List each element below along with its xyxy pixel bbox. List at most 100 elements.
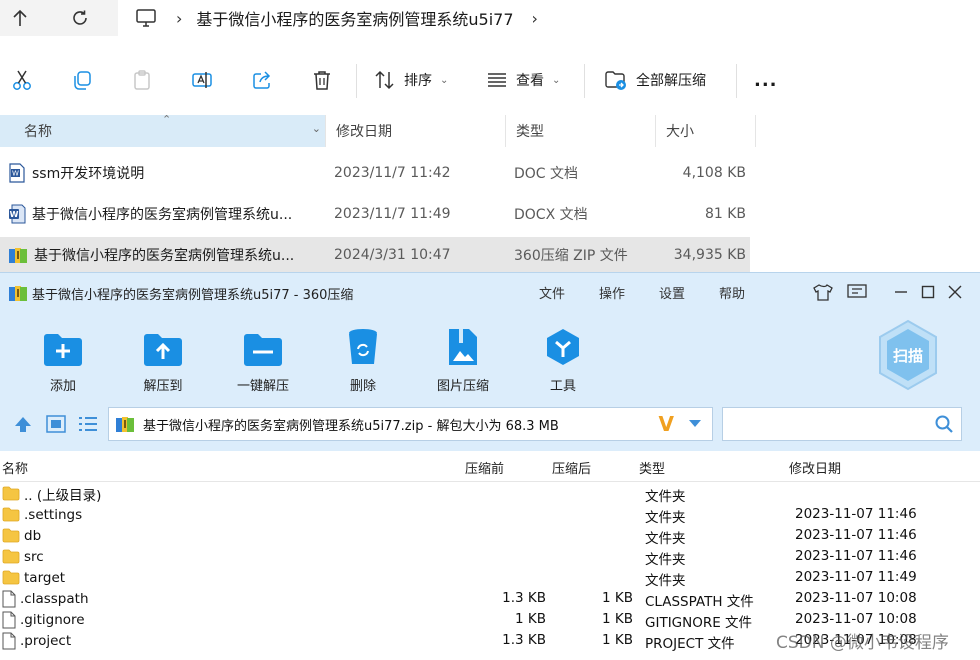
archive-row[interactable]: .gitignore 1 KB 1 KB GITIGNORE 文件 2023-11-07… <box>0 609 980 631</box>
archive-row[interactable]: db 文件夹 2023-11-07 11:46 <box>0 525 980 547</box>
one-click-extract-button[interactable]: 一键解压 <box>218 321 308 394</box>
computer-icon[interactable] <box>136 9 158 27</box>
feedback-icon[interactable] <box>846 281 868 303</box>
search-icon[interactable] <box>935 415 953 437</box>
v-badge-icon[interactable]: V <box>659 412 674 436</box>
file-name: ssm开发环境说明 <box>32 166 145 182</box>
archive-row-name-cell: .. (上级目录) <box>2 483 101 504</box>
archive-item-date: 2023-11-07 11:46 <box>795 506 917 522</box>
sort-button[interactable]: 排序 ⌄ <box>374 68 448 92</box>
column-size[interactable]: 大小 <box>656 115 756 147</box>
archive-item-compressed-size: 1.3 KB <box>502 590 546 606</box>
folder-icon <box>2 528 20 543</box>
menu-settings[interactable]: 设置 <box>659 283 685 302</box>
list-view-icon[interactable] <box>78 415 98 437</box>
tools-label: 工具 <box>549 379 576 394</box>
archive-row[interactable]: .. (上级目录) 文件夹 <box>0 483 980 505</box>
archive-path-field[interactable]: 基于微信小程序的医务室病例管理系统u5i77.zip - 解包大小为 68.3 … <box>108 407 713 441</box>
svg-text:W: W <box>12 170 19 178</box>
cut-icon[interactable] <box>10 68 34 92</box>
file-row-selected[interactable]: 基于微信小程序的医务室病例管理系统u... 2024/3/31 10:47 36… <box>0 237 750 273</box>
menu-file[interactable]: 文件 <box>539 283 565 302</box>
archive-item-date: 2023-11-07 10:08 <box>795 590 917 606</box>
address-field[interactable]: › 基于微信小程序的医务室病例管理系统u5i77 › <box>118 0 980 36</box>
archive-row-name-cell: db <box>2 525 41 546</box>
column-type[interactable]: 类型 <box>639 458 665 477</box>
zip-archive-icon <box>116 417 134 432</box>
toolbar-divider <box>584 64 585 98</box>
chevron-right-icon[interactable]: › <box>532 9 538 28</box>
column-name[interactable]: 名称 <box>2 458 28 477</box>
more-options-button[interactable]: ... <box>754 68 778 92</box>
column-type[interactable]: 类型 <box>506 115 656 147</box>
explorer-column-header: 名称 ⌃ ⌄ 修改日期 类型 大小 <box>0 113 760 147</box>
recycle-bin-icon <box>349 329 377 364</box>
share-icon[interactable] <box>250 68 274 92</box>
extract-to-button[interactable]: 解压到 <box>118 321 208 394</box>
close-icon[interactable] <box>944 281 966 303</box>
menu-help[interactable]: 帮助 <box>719 283 745 302</box>
archive-row[interactable]: .classpath 1.3 KB 1 KB CLASSPATH 文件 2023-11-… <box>0 588 980 610</box>
zip-path-bar: 基于微信小程序的医务室病例管理系统u5i77.zip - 解包大小为 68.3 … <box>0 405 980 445</box>
skin-shirt-icon[interactable] <box>812 281 834 303</box>
refresh-icon[interactable] <box>66 4 94 32</box>
minimize-icon[interactable] <box>890 281 912 303</box>
zip-window: 基于微信小程序的医务室病例管理系统u5i77 - 360压缩 文件 操作 设置 … <box>0 272 980 660</box>
add-button[interactable]: 添加 <box>18 321 108 394</box>
add-folder-icon <box>44 334 82 366</box>
column-date[interactable]: 修改日期 <box>326 115 506 147</box>
search-box[interactable] <box>722 407 962 441</box>
add-label: 添加 <box>49 379 76 394</box>
one-click-extract-label: 一键解压 <box>236 379 289 394</box>
rename-icon[interactable] <box>190 68 214 92</box>
column-date[interactable]: 修改日期 <box>789 458 841 477</box>
file-row[interactable]: W ssm开发环境说明 2023/11/7 11:42 DOC 文档 4,108… <box>0 155 750 191</box>
chevron-down-icon: ⌄ <box>552 74 561 86</box>
tools-button[interactable]: 工具 <box>518 321 608 394</box>
image-compress-icon <box>449 329 477 365</box>
column-name[interactable]: 名称 ⌃ ⌄ <box>0 113 326 147</box>
sort-label: 排序 <box>404 73 432 89</box>
column-name-label: 名称 <box>24 124 52 140</box>
archive-row[interactable]: .settings 文件夹 2023-11-07 11:46 <box>0 504 980 526</box>
archive-item-name: src <box>24 548 44 565</box>
archive-item-type: 文件夹 <box>645 489 686 505</box>
breadcrumb[interactable]: 基于微信小程序的医务室病例管理系统u5i77 <box>196 6 513 30</box>
archive-row[interactable]: src 文件夹 2023-11-07 11:46 <box>0 546 980 568</box>
column-compressed[interactable]: 压缩前 <box>465 458 504 477</box>
paste-icon[interactable] <box>130 68 154 92</box>
file-icon <box>2 590 16 608</box>
maximize-icon[interactable] <box>917 281 939 303</box>
scan-button[interactable]: 扫描 <box>876 319 940 391</box>
delete-button[interactable]: 删除 <box>318 321 408 394</box>
explorer-toolbar: 排序 ⌄ 查看 ⌄ 全部解压缩 ... <box>0 46 980 116</box>
dropdown-arrow-icon[interactable] <box>688 417 702 432</box>
column-original[interactable]: 压缩后 <box>552 458 591 477</box>
up-arrow-icon[interactable] <box>6 4 34 32</box>
file-type: DOC 文档 <box>514 166 579 182</box>
file-row[interactable]: W 基于微信小程序的医务室病例管理系统u... 2023/11/7 11:49 … <box>0 196 750 232</box>
extract-all-button[interactable]: 全部解压缩 <box>604 68 706 92</box>
search-input[interactable] <box>729 408 933 440</box>
archive-row-name-cell: .gitignore <box>2 609 85 630</box>
sort-up-icon: ⌃ <box>162 113 172 126</box>
column-dropdown-icon[interactable]: ⌄ <box>312 122 321 135</box>
file-name: 基于微信小程序的医务室病例管理系统u... <box>34 248 295 264</box>
image-compress-button[interactable]: 图片压缩 <box>418 321 508 394</box>
up-level-icon[interactable] <box>13 415 33 437</box>
word-doc-icon: W <box>9 163 25 183</box>
extract-folder-icon <box>605 71 626 90</box>
archive-row[interactable]: target 文件夹 2023-11-07 11:49 <box>0 567 980 589</box>
archive-item-name: .gitignore <box>20 611 85 628</box>
archive-item-type: 文件夹 <box>645 531 686 547</box>
file-size: 81 KB <box>704 206 746 222</box>
file-type: DOCX 文档 <box>514 207 588 223</box>
thumbnail-view-icon[interactable] <box>46 415 66 437</box>
svg-text:W: W <box>10 210 19 219</box>
archive-item-name: .project <box>20 632 72 649</box>
menu-operation[interactable]: 操作 <box>599 283 625 302</box>
view-button[interactable]: 查看 ⌄ <box>486 68 560 92</box>
delete-icon[interactable] <box>310 68 334 92</box>
copy-icon[interactable] <box>70 68 94 92</box>
chevron-right-icon: › <box>176 8 183 28</box>
